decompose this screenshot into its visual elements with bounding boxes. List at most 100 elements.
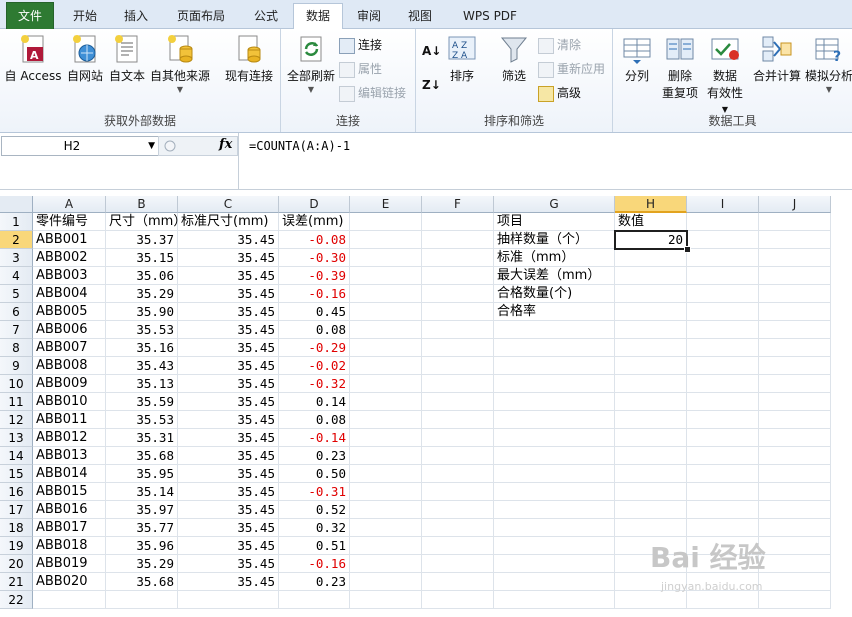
cell-h22[interactable] <box>615 591 687 609</box>
cell-c10[interactable]: 35.45 <box>178 375 279 393</box>
cell-i6[interactable] <box>687 303 759 321</box>
cell-f5[interactable] <box>422 285 494 303</box>
cell-g17[interactable] <box>494 501 615 519</box>
row-header-20[interactable]: 20 <box>0 555 33 573</box>
cell-c13[interactable]: 35.45 <box>178 429 279 447</box>
cell-i2[interactable] <box>687 231 759 249</box>
cell-i7[interactable] <box>687 321 759 339</box>
cell-j22[interactable] <box>759 591 831 609</box>
cell-d14[interactable]: 0.23 <box>279 447 350 465</box>
cell-c11[interactable]: 35.45 <box>178 393 279 411</box>
insert-function-icon[interactable]: fx <box>219 137 232 152</box>
cell-b19[interactable]: 35.96 <box>106 537 178 555</box>
cell-f21[interactable] <box>422 573 494 591</box>
cell-c7[interactable]: 35.45 <box>178 321 279 339</box>
cell-e15[interactable] <box>350 465 422 483</box>
cell-c3[interactable]: 35.45 <box>178 249 279 267</box>
cell-a10[interactable]: ABB009 <box>33 375 106 393</box>
cell-i4[interactable] <box>687 267 759 285</box>
row-header-16[interactable]: 16 <box>0 483 33 501</box>
cell-f15[interactable] <box>422 465 494 483</box>
cell-j6[interactable] <box>759 303 831 321</box>
cell-j13[interactable] <box>759 429 831 447</box>
cell-j2[interactable] <box>759 231 831 249</box>
cell-e20[interactable] <box>350 555 422 573</box>
cell-d2[interactable]: -0.08 <box>279 231 350 249</box>
cell-g20[interactable] <box>494 555 615 573</box>
cell-i18[interactable] <box>687 519 759 537</box>
cell-g13[interactable] <box>494 429 615 447</box>
cell-j19[interactable] <box>759 537 831 555</box>
cell-d10[interactable]: -0.32 <box>279 375 350 393</box>
cell-h4[interactable] <box>615 267 687 285</box>
cell-i14[interactable] <box>687 447 759 465</box>
cell-b4[interactable]: 35.06 <box>106 267 178 285</box>
tab-page-layout[interactable]: 页面布局 <box>167 4 235 28</box>
sort-descending-button[interactable]: Z↓ <box>422 75 441 95</box>
filter-button[interactable]: 筛选 <box>496 33 532 84</box>
cell-e9[interactable] <box>350 357 422 375</box>
cell-e10[interactable] <box>350 375 422 393</box>
cell-b3[interactable]: 35.15 <box>106 249 178 267</box>
cell-c5[interactable]: 35.45 <box>178 285 279 303</box>
cell-e8[interactable] <box>350 339 422 357</box>
cell-h16[interactable] <box>615 483 687 501</box>
what-if-analysis-button[interactable]: ? 模拟分析 ▼ <box>805 33 852 94</box>
cell-i13[interactable] <box>687 429 759 447</box>
from-access-button[interactable]: A 自 Access <box>2 33 64 84</box>
cell-h10[interactable] <box>615 375 687 393</box>
cell-g18[interactable] <box>494 519 615 537</box>
cell-a21[interactable]: ABB020 <box>33 573 106 591</box>
cell-e22[interactable] <box>350 591 422 609</box>
existing-connections-button[interactable]: 现有连接 <box>222 33 276 84</box>
cell-f22[interactable] <box>422 591 494 609</box>
sort-ascending-button[interactable]: A↓ <box>422 41 441 61</box>
column-header-a[interactable]: A <box>33 196 106 213</box>
cell-b17[interactable]: 35.97 <box>106 501 178 519</box>
cell-e7[interactable] <box>350 321 422 339</box>
cell-c21[interactable]: 35.45 <box>178 573 279 591</box>
cell-d20[interactable]: -0.16 <box>279 555 350 573</box>
row-header-22[interactable]: 22 <box>0 591 33 609</box>
cell-g7[interactable] <box>494 321 615 339</box>
cell-c6[interactable]: 35.45 <box>178 303 279 321</box>
cell-c1[interactable]: 标准尺寸(mm) <box>178 213 279 231</box>
row-header-12[interactable]: 12 <box>0 411 33 429</box>
cell-a8[interactable]: ABB007 <box>33 339 106 357</box>
cell-a17[interactable]: ABB016 <box>33 501 106 519</box>
cell-d22[interactable] <box>279 591 350 609</box>
cell-e14[interactable] <box>350 447 422 465</box>
cell-f2[interactable] <box>422 231 494 249</box>
cell-b15[interactable]: 35.95 <box>106 465 178 483</box>
cell-e18[interactable] <box>350 519 422 537</box>
text-to-columns-button[interactable]: 分列 <box>619 33 655 84</box>
cell-f8[interactable] <box>422 339 494 357</box>
cell-f18[interactable] <box>422 519 494 537</box>
tab-insert[interactable]: 插入 <box>113 4 159 28</box>
cell-d17[interactable]: 0.52 <box>279 501 350 519</box>
cell-b8[interactable]: 35.16 <box>106 339 178 357</box>
cell-e19[interactable] <box>350 537 422 555</box>
cell-a5[interactable]: ABB004 <box>33 285 106 303</box>
cell-b14[interactable]: 35.68 <box>106 447 178 465</box>
tab-data[interactable]: 数据 <box>293 3 343 29</box>
row-header-13[interactable]: 13 <box>0 429 33 447</box>
cell-c20[interactable]: 35.45 <box>178 555 279 573</box>
row-header-9[interactable]: 9 <box>0 357 33 375</box>
cell-e12[interactable] <box>350 411 422 429</box>
cell-e17[interactable] <box>350 501 422 519</box>
cell-g19[interactable] <box>494 537 615 555</box>
row-header-3[interactable]: 3 <box>0 249 33 267</box>
cell-h3[interactable] <box>615 249 687 267</box>
cell-g12[interactable] <box>494 411 615 429</box>
cell-b6[interactable]: 35.90 <box>106 303 178 321</box>
sort-button[interactable]: A ZZ A 排序 <box>444 33 480 84</box>
cell-f14[interactable] <box>422 447 494 465</box>
cell-b2[interactable]: 35.37 <box>106 231 178 249</box>
cell-j1[interactable] <box>759 213 831 231</box>
cell-j9[interactable] <box>759 357 831 375</box>
row-header-1[interactable]: 1 <box>0 213 33 231</box>
cell-h7[interactable] <box>615 321 687 339</box>
cell-f12[interactable] <box>422 411 494 429</box>
cell-e11[interactable] <box>350 393 422 411</box>
